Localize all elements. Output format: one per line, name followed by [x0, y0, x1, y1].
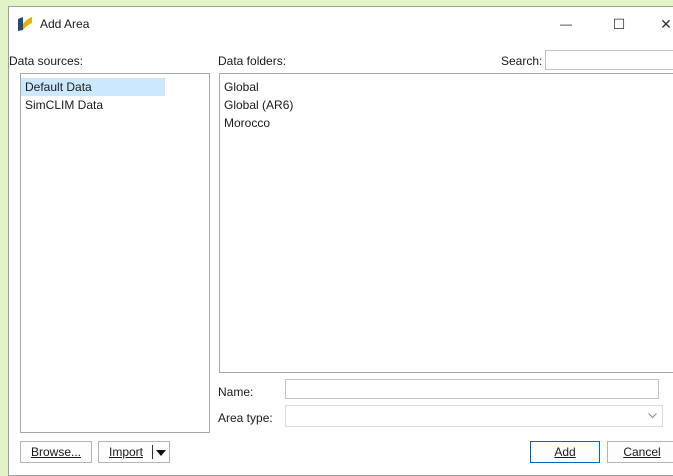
maximize-icon: ☐: [612, 15, 626, 32]
data-sources-list[interactable]: Default Data SimCLIM Data: [20, 73, 210, 433]
browse-button[interactable]: Browse...: [20, 441, 92, 463]
add-button[interactable]: Add: [530, 441, 600, 463]
title-bar: Add Area — ☐ ✕: [9, 7, 673, 41]
chevron-down-icon: [648, 413, 657, 419]
area-type-label: Area type:: [218, 411, 273, 425]
import-button[interactable]: Import: [98, 441, 170, 463]
close-icon: ✕: [660, 15, 672, 32]
name-label: Name:: [218, 385, 254, 399]
data-source-item-default-data[interactable]: Default Data: [21, 78, 165, 96]
close-button[interactable]: ✕: [643, 7, 673, 41]
data-folder-item-global-ar6[interactable]: Global (AR6): [220, 96, 673, 114]
name-input[interactable]: [285, 379, 659, 399]
maximize-button[interactable]: ☐: [596, 7, 642, 41]
area-type-select[interactable]: [285, 405, 663, 427]
split-divider: [152, 445, 153, 459]
window-title: Add Area: [40, 17, 90, 31]
minimize-icon: —: [560, 17, 572, 31]
data-folder-item-morocco[interactable]: Morocco: [220, 114, 673, 132]
app-logo-icon: [18, 17, 32, 31]
minimize-button[interactable]: —: [543, 7, 589, 41]
add-area-dialog: Add Area — ☐ ✕ Data sources: Default Dat…: [8, 6, 673, 476]
data-sources-label: Data sources:: [9, 54, 84, 68]
data-folders-label: Data folders:: [218, 54, 287, 68]
data-folder-item-global[interactable]: Global: [220, 78, 673, 96]
cancel-button[interactable]: Cancel: [607, 441, 673, 463]
search-label: Search:: [501, 54, 543, 68]
data-source-item-simclim-data[interactable]: SimCLIM Data: [21, 96, 209, 114]
search-input[interactable]: [545, 50, 673, 70]
import-dropdown-arrow-icon[interactable]: [156, 450, 166, 456]
data-folders-list[interactable]: Global Global (AR6) Morocco: [219, 73, 673, 373]
